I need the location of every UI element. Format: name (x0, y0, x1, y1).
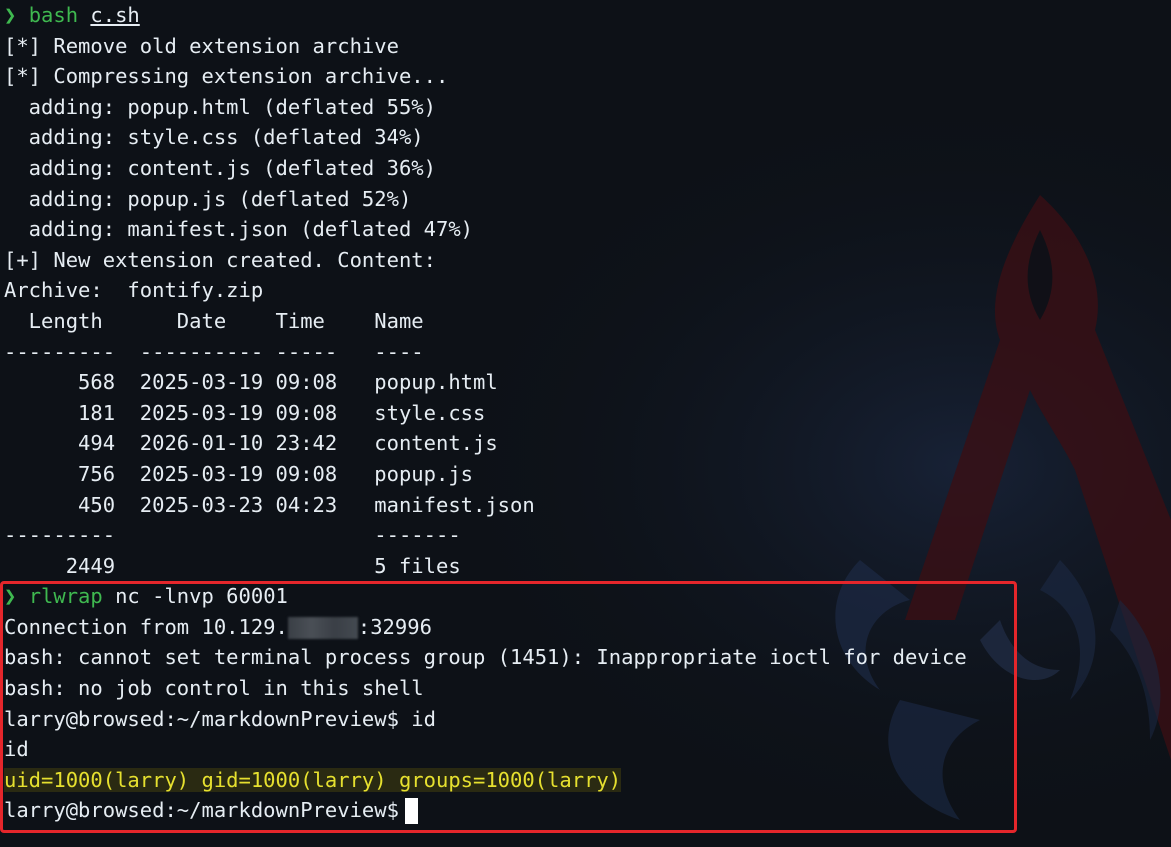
prompt-arrow-icon: ❯ (4, 584, 17, 609)
table-row: 494 2026-01-10 23:42 content.js (4, 431, 498, 456)
table-row: 181 2025-03-19 09:08 style.css (4, 400, 486, 425)
command-args: nc -lnvp 60001 (102, 584, 288, 609)
command-arg: c.sh (90, 3, 140, 27)
output-line: Archive: fontify.zip (4, 278, 264, 303)
command-name: rlwrap (28, 584, 103, 609)
output-line: adding: content.js (deflated 36%) (4, 155, 436, 180)
connection-line: Connection from 10.129. :32996 (4, 612, 967, 643)
output-line: [+] New extension created. Content: (4, 247, 436, 272)
table-header: Length Date Time Name (4, 308, 424, 333)
id-output-line: uid=1000(larry) gid=1000(larry) groups=1… (4, 765, 967, 796)
output-line: bash: no job control in this shell (4, 676, 424, 701)
redacted-block (287, 616, 358, 639)
table-row: 568 2025-03-19 09:08 popup.html (4, 370, 498, 395)
shell-prompt-line: larry@browsed:~/markdownPreview$ id (4, 706, 436, 731)
shell-prompt: larry@browsed:~/markdownPreview$ (4, 798, 399, 823)
command-name: bash (28, 3, 79, 27)
output-line: adding: popup.js (deflated 52%) (4, 186, 412, 211)
table-row: 450 2025-03-23 04:23 manifest.json (4, 492, 535, 517)
output-line: [*] Remove old extension archive (4, 33, 399, 58)
prompt-line: ❯ rlwrap nc -lnvp 60001 (4, 581, 967, 612)
output-line: adding: style.css (deflated 34%) (4, 125, 424, 150)
table-total: 2449 5 files (4, 553, 461, 578)
output-line: bash: cannot set terminal process group … (4, 645, 967, 670)
table-row: 756 2025-03-19 09:08 popup.js (4, 461, 473, 486)
connection-prefix: Connection from 10.129. (4, 614, 288, 639)
output-line: adding: popup.html (deflated 55%) (4, 94, 436, 119)
terminal-output: ❯ bash c.sh [*] Remove old extension arc… (4, 0, 967, 826)
prompt-arrow-icon: ❯ (4, 3, 17, 27)
connection-port: :32996 (357, 614, 432, 639)
active-prompt-line[interactable]: larry@browsed:~/markdownPreview$ (4, 795, 967, 826)
highlighted-text: uid=1000(larry) gid=1000(larry) groups=1… (4, 767, 622, 792)
output-line: adding: manifest.json (deflated 47%) (4, 217, 473, 242)
table-separator: --------- ---------- ----- ---- (4, 339, 424, 364)
table-separator: --------- ------- (4, 523, 461, 548)
text-cursor[interactable] (404, 798, 418, 825)
output-line: id (4, 737, 29, 762)
output-line: [*] Compressing extension archive... (4, 64, 449, 89)
prompt-line: ❯ bash c.sh (4, 0, 967, 31)
